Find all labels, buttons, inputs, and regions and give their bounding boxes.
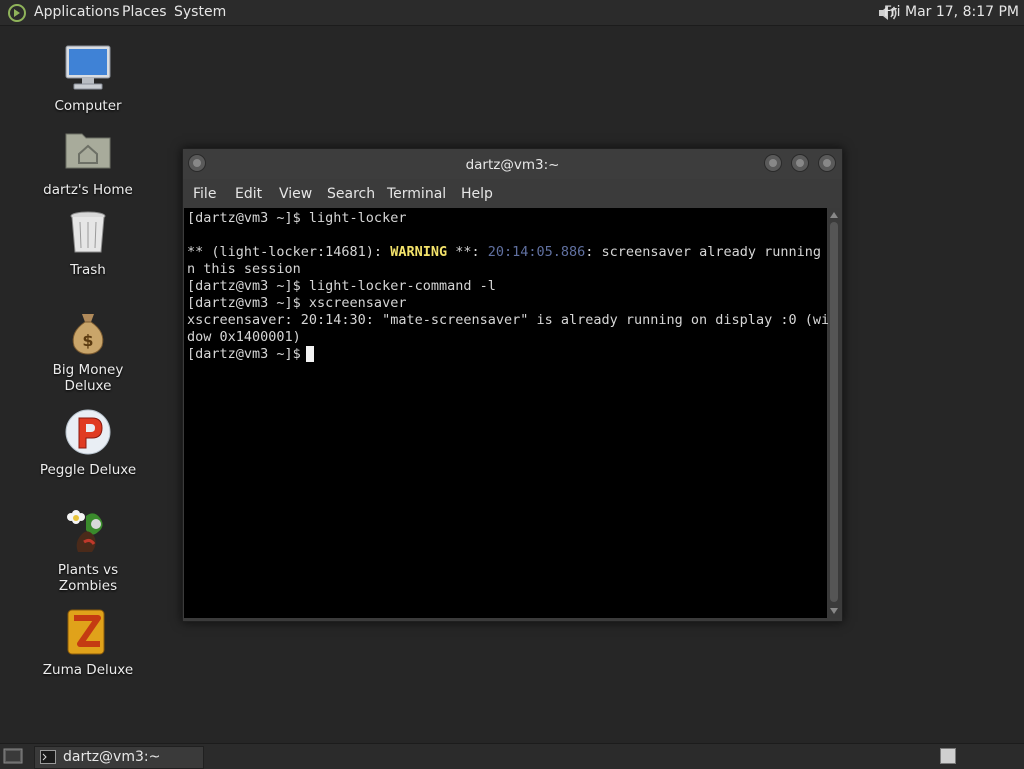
terminal-window[interactable]: dartz@vm3:~ File Edit View Search Termin… — [182, 148, 843, 622]
desktop-icon-zuma[interactable]: Zuma Deluxe — [28, 608, 148, 678]
places-menu[interactable]: Places — [122, 4, 167, 20]
computer-icon — [64, 44, 112, 92]
desktop-icon-label: Plants vs Zombies — [57, 562, 119, 594]
top-panel: Applications Places System Fri Mar 17, 8… — [0, 0, 1024, 26]
terminal-line: dow 0x1400001) — [187, 329, 301, 345]
zuma-icon — [64, 608, 112, 656]
trash-icon — [64, 208, 112, 256]
home-folder-icon — [64, 128, 112, 176]
applications-menu[interactable]: Applications — [34, 4, 120, 20]
terminal-output[interactable]: [dartz@vm3 ~]$ light-locker ** (light-lo… — [184, 208, 837, 618]
timestamp-text: 20:14:05.886 — [487, 244, 586, 260]
desktop-icon-trash[interactable]: Trash — [28, 208, 148, 278]
terminal-line: [dartz@vm3 ~]$ light-locker — [187, 210, 407, 226]
taskbar-button-terminal[interactable]: dartz@vm3:~ — [34, 746, 204, 769]
svg-text:$: $ — [82, 331, 93, 350]
terminal-line: [dartz@vm3 ~]$ xscreensaver — [187, 295, 407, 311]
system-menu[interactable]: System — [174, 4, 226, 20]
text-cursor — [306, 346, 314, 362]
minimize-button[interactable] — [764, 154, 782, 172]
desktop-icon-pvz[interactable]: Plants vs Zombies — [28, 508, 148, 594]
window-title: dartz@vm3:~ — [465, 157, 560, 173]
terminal-prompt: [dartz@vm3 ~]$ — [187, 346, 309, 362]
desktop-icon-peggle[interactable]: Peggle Deluxe — [28, 408, 148, 478]
bottom-panel: dartz@vm3:~ — [0, 743, 1024, 769]
scroll-up-icon[interactable] — [830, 212, 838, 218]
menu-search[interactable]: Search — [327, 186, 375, 202]
terminal-line: xscreensaver: 20:14:30: "mate-screensave… — [187, 312, 838, 328]
terminal-line: [dartz@vm3 ~]$ light-locker-command -l — [187, 278, 496, 294]
money-bag-icon: $ — [64, 308, 112, 356]
menu-view[interactable]: View — [279, 186, 312, 202]
peggle-icon — [64, 408, 112, 456]
menu-terminal[interactable]: Terminal — [387, 186, 446, 202]
terminal-line: n this session — [187, 261, 301, 277]
terminal-scrollbar[interactable] — [828, 208, 840, 618]
desktop-icon-label: Computer — [54, 98, 122, 114]
desktop-icon-big-money[interactable]: $ Big Money Deluxe — [28, 308, 148, 394]
menu-file[interactable]: File — [193, 186, 216, 202]
taskbar-button-label: dartz@vm3:~ — [63, 749, 161, 765]
desktop-icon-home[interactable]: dartz's Home — [28, 128, 148, 198]
desktop-icon-label: dartz's Home — [43, 182, 133, 198]
mate-logo-icon[interactable] — [7, 3, 27, 23]
terminal-icon — [40, 750, 56, 764]
scroll-down-icon[interactable] — [830, 608, 838, 614]
desktop-icon-label: Zuma Deluxe — [42, 662, 134, 678]
menu-help[interactable]: Help — [461, 186, 493, 202]
desktop-icon-label: Peggle Deluxe — [39, 462, 137, 478]
desktop-icon-computer[interactable]: Computer — [28, 44, 148, 114]
close-button[interactable] — [818, 154, 836, 172]
menu-edit[interactable]: Edit — [235, 186, 262, 202]
terminal-menubar: File Edit View Search Terminal Help — [183, 179, 842, 207]
maximize-button[interactable] — [791, 154, 809, 172]
window-titlebar[interactable]: dartz@vm3:~ — [183, 149, 842, 179]
show-desktop-icon[interactable] — [3, 748, 23, 764]
desktop-icon-label: Trash — [70, 262, 106, 278]
terminal-line: ** (light-locker:14681): WARNING **: 20:… — [187, 244, 838, 260]
scroll-thumb[interactable] — [830, 222, 838, 602]
plants-vs-zombies-icon — [64, 508, 112, 556]
warning-text: WARNING — [390, 244, 448, 260]
desktop-icon-label: Big Money Deluxe — [52, 362, 124, 394]
clock[interactable]: Fri Mar 17, 8:17 PM — [884, 4, 1019, 20]
workspace-switcher[interactable] — [940, 748, 956, 764]
